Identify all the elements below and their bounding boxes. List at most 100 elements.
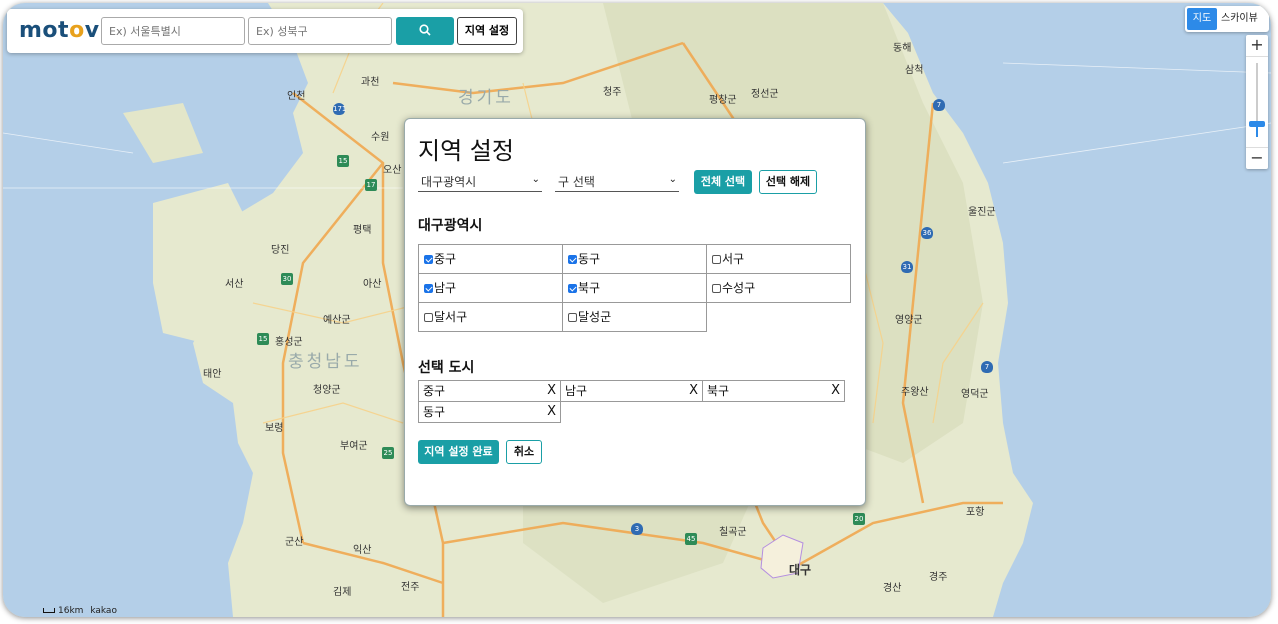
chevron-down-icon: ⌄: [531, 174, 540, 185]
map-label-iksan: 익산: [353, 545, 372, 556]
district-option-bukgu[interactable]: 북구: [562, 273, 707, 303]
district-option-dalseonggun[interactable]: 달성군: [562, 302, 707, 332]
scale-text: 16km: [58, 606, 84, 616]
city-heading: 대구광역시: [418, 218, 483, 234]
map-label-cheongyang: 청양군: [313, 385, 341, 396]
district-select-value: 구 선택: [558, 175, 595, 189]
district-option-junggu[interactable]: 중구: [418, 244, 563, 274]
zoom-in-button[interactable]: +: [1246, 35, 1268, 57]
highway-shield: 17: [365, 179, 377, 191]
zoom-slider-handle[interactable]: [1249, 121, 1265, 127]
search-button[interactable]: [396, 17, 454, 45]
map-label-dangjin: 당진: [271, 245, 290, 256]
highway-shield: 15: [337, 155, 349, 167]
selected-chip: 북구 X: [702, 380, 845, 402]
map-label-jeongseon: 정선군: [751, 89, 779, 100]
search-bar: motov 지역 설정: [7, 9, 523, 53]
map-label-pyeongtaek: 평택: [353, 225, 372, 236]
map-label-buyeo: 부여군: [340, 441, 368, 452]
map-label-yesan: 예산군: [323, 315, 351, 326]
app-window: 인천 경기도 충청남도 대구 동해 삼척 포항 경주 과천 수원 오산 평택 아…: [3, 3, 1271, 617]
highway-shield: 25: [382, 447, 394, 459]
district-option-namgu[interactable]: 남구: [418, 273, 563, 303]
highway-shield: 45: [685, 533, 697, 545]
district-option-seogu[interactable]: 서구: [706, 244, 851, 274]
map-label-pohang: 포항: [966, 507, 985, 518]
map-label-chilgok: 칠곡군: [719, 527, 747, 538]
checkbox-icon[interactable]: [712, 284, 721, 293]
checkbox-icon[interactable]: [712, 255, 721, 264]
remove-icon[interactable]: X: [831, 381, 840, 401]
map-label-boryeong: 보령: [265, 423, 284, 434]
map-label-yeongyang: 영양군: [895, 315, 923, 326]
checkbox-icon[interactable]: [568, 313, 577, 322]
map-label-uljin: 울진군: [968, 207, 996, 218]
remove-icon[interactable]: X: [547, 402, 556, 422]
map-label-taean: 태안: [203, 369, 222, 380]
highway-shield: 7: [933, 99, 945, 111]
map-label-samcheok: 삼척: [905, 65, 924, 76]
map-scale: 16km kakao: [43, 606, 117, 616]
selected-heading: 선택 도시: [418, 360, 475, 376]
search-icon: [419, 24, 431, 36]
map-label-osan: 오산: [383, 165, 402, 176]
map-label-gyeongju: 경주: [929, 572, 948, 583]
region-settings-modal: 지역 설정 대구광역시 ⌄ 구 선택 ⌄ 전체 선택 선택 해제 대구광역시 중…: [404, 118, 866, 506]
map-label-gyeongsan: 경산: [883, 583, 902, 594]
cancel-button[interactable]: 취소: [506, 440, 542, 464]
highway-shield: 30: [281, 273, 293, 285]
map-label-donghae: 동해: [893, 43, 912, 54]
city-select-value: 대구광역시: [421, 175, 477, 189]
highway-shield: 20: [853, 513, 865, 525]
district-select[interactable]: 구 선택 ⌄: [555, 170, 679, 192]
deselect-all-button[interactable]: 선택 해제: [759, 170, 817, 194]
map-label-jeonju: 전주: [401, 582, 420, 593]
motov-logo[interactable]: motov: [19, 18, 100, 43]
checkbox-checked-icon[interactable]: [568, 255, 577, 264]
zoom-control: + −: [1246, 35, 1268, 169]
checkbox-checked-icon[interactable]: [424, 255, 433, 264]
district-option-suseonggu[interactable]: 수성구: [706, 273, 851, 303]
checkbox-checked-icon[interactable]: [568, 284, 577, 293]
map-label-yeongdeok: 영덕군: [961, 389, 989, 400]
highway-shield: 31: [901, 261, 913, 273]
remove-icon[interactable]: X: [689, 381, 698, 401]
highway-shield: 36: [921, 227, 933, 239]
map-label-gunsan: 군산: [285, 537, 304, 548]
map-label-seosan: 서산: [225, 279, 244, 290]
city-search-input[interactable]: [101, 17, 245, 45]
map-label-asan: 아산: [363, 279, 382, 290]
map-label-gyeonggi: 경기도: [458, 88, 514, 108]
district-option-donggu[interactable]: 동구: [562, 244, 707, 274]
highway-shield: 7: [981, 361, 993, 373]
remove-icon[interactable]: X: [547, 381, 556, 401]
district-search-input[interactable]: [248, 17, 392, 45]
confirm-region-button[interactable]: 지역 설정 완료: [418, 440, 499, 464]
zoom-out-button[interactable]: −: [1246, 147, 1268, 169]
select-all-button[interactable]: 전체 선택: [694, 170, 752, 194]
highway-shield: 171: [333, 103, 347, 115]
selected-chip: 남구 X: [560, 380, 703, 402]
kakao-attribution: kakao: [90, 606, 117, 616]
checkbox-checked-icon[interactable]: [424, 284, 433, 293]
scale-bar-icon: [43, 608, 55, 613]
map-label-gimje: 김제: [333, 587, 352, 598]
map-label-chungnam: 충청남도: [288, 352, 363, 372]
map-label-suwon: 수원: [371, 132, 390, 143]
map-type-skyview[interactable]: 스카이뷰: [1221, 8, 1258, 30]
map-type-roadmap[interactable]: 지도: [1187, 8, 1217, 30]
region-settings-button[interactable]: 지역 설정: [457, 17, 517, 45]
map-label-daegu: 대구: [789, 563, 812, 577]
district-option-dalseogu[interactable]: 달서구: [418, 302, 563, 332]
map-label-hongseong: 홍성군: [275, 337, 303, 348]
selected-chip: 동구 X: [418, 401, 561, 423]
city-select[interactable]: 대구광역시 ⌄: [418, 170, 542, 192]
modal-title: 지역 설정: [418, 137, 514, 165]
selected-chip: 중구 X: [418, 380, 561, 402]
chevron-down-icon: ⌄: [668, 174, 677, 185]
map-label-juwangsan: 주왕산: [901, 387, 929, 398]
map-label-pyeongchang: 평창군: [709, 95, 737, 106]
map-label-cheongju: 청주: [603, 87, 622, 98]
checkbox-icon[interactable]: [424, 313, 433, 322]
map-label-incheon: 인천: [287, 91, 306, 102]
